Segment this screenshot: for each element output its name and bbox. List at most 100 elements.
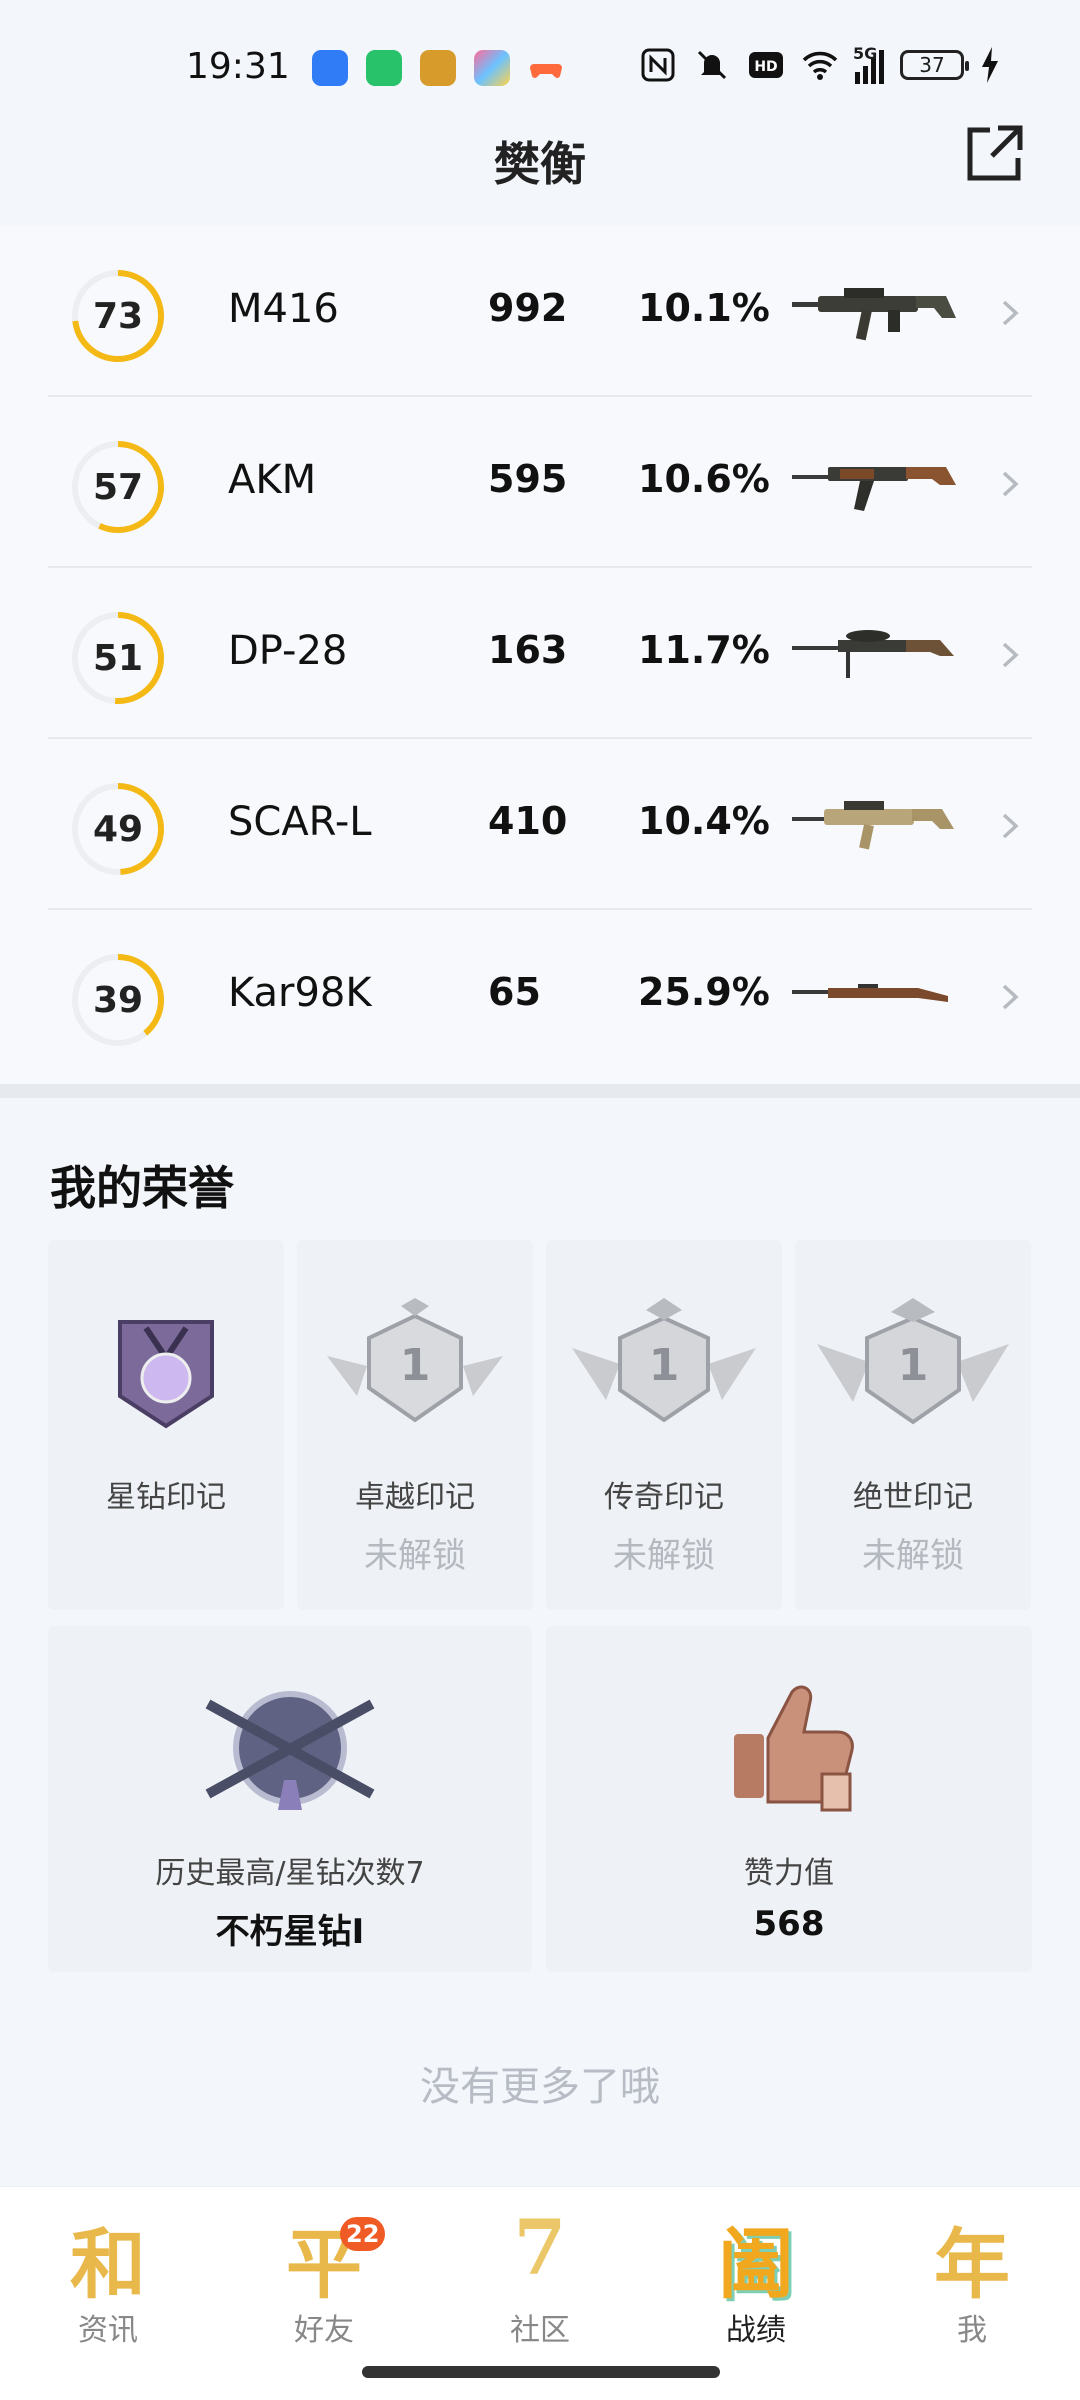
likes-value: 568 xyxy=(753,1904,825,1944)
community-icon: 7 xyxy=(513,2203,567,2292)
records-icon: 阖 xyxy=(718,2220,794,2309)
weapon-percentage: 11.7% xyxy=(638,628,770,672)
weapon-name: M416 xyxy=(228,286,339,332)
svg-text:1: 1 xyxy=(898,1340,929,1391)
chevron-right-icon xyxy=(1002,471,1019,497)
locked-badge-icon: 1 xyxy=(817,1298,1009,1425)
nav-label: 好友 xyxy=(294,2313,354,2348)
status-bar: 19:31 HD 5G 37 xyxy=(0,0,1080,130)
nav-tab-community[interactable]: 7 社区 xyxy=(460,2203,620,2353)
locked-status: 未解锁 xyxy=(862,1536,964,1576)
mute-bell-icon xyxy=(697,50,727,80)
weapon-percentage: 25.9% xyxy=(638,970,770,1014)
honor-card-star-diamond[interactable]: 星钻印记 xyxy=(48,1240,284,1610)
proficiency-score: 73 xyxy=(92,295,144,337)
me-icon: 年 xyxy=(934,2220,1010,2309)
wifi-icon xyxy=(802,51,838,80)
weapon-count: 410 xyxy=(488,799,568,843)
weapon-row[interactable]: 57 AKM 595 10.6% xyxy=(48,397,1032,568)
weapon-percentage: 10.6% xyxy=(638,457,770,501)
section-title: 我的荣誉 xyxy=(50,1161,234,1215)
locked-badge-icon: 1 xyxy=(327,1298,503,1423)
signal-bar xyxy=(855,72,860,84)
weapon-row[interactable]: 51 DP-28 163 11.7% xyxy=(48,568,1032,739)
likes-label: 赞力值 xyxy=(744,1856,834,1891)
system-icons: HD 5G 37 xyxy=(639,44,1000,84)
notification-icons xyxy=(312,50,564,86)
weapon-name: DP-28 xyxy=(228,628,348,674)
end-of-list-text: 没有更多了哦 xyxy=(420,2064,660,2110)
likes-card[interactable]: 赞力值 568 xyxy=(546,1626,1032,1972)
game-app-icon xyxy=(420,50,456,86)
machine-gun-icon xyxy=(792,630,954,678)
weapon-name: SCAR-L xyxy=(228,799,372,845)
svg-text:1: 1 xyxy=(400,1340,431,1391)
nav-tab-friends[interactable]: 平 22 好友 xyxy=(244,2203,404,2353)
weapon-count: 595 xyxy=(488,457,568,501)
page-title: 樊衡 xyxy=(494,137,586,191)
hd-icon: HD xyxy=(749,52,783,78)
proficiency-score: 39 xyxy=(92,979,144,1021)
weapon-row[interactable]: 49 SCAR-L 410 10.4% xyxy=(48,739,1032,910)
signal-bar xyxy=(863,66,868,84)
honor-card-legend[interactable]: 1 传奇印记 未解锁 xyxy=(546,1240,782,1610)
friends-icon: 平 xyxy=(286,2220,362,2309)
weapon-row[interactable]: 73 M416 992 10.1% xyxy=(48,226,1032,397)
notification-badge: 22 xyxy=(340,2217,386,2251)
nav-tab-me[interactable]: 年 我 xyxy=(892,2203,1052,2353)
network-type: 5G xyxy=(853,44,878,63)
svg-text:1: 1 xyxy=(649,1340,680,1391)
nav-tab-records[interactable]: 阖 战绩 xyxy=(676,2203,836,2353)
locked-status: 未解锁 xyxy=(364,1536,466,1576)
weapon-percentage: 10.1% xyxy=(638,286,770,330)
honor-label: 星钻印记 xyxy=(106,1480,226,1515)
header: 樊衡 xyxy=(0,118,1080,198)
honor-label: 传奇印记 xyxy=(604,1480,724,1515)
chevron-right-icon xyxy=(1002,813,1019,839)
weapon-name: Kar98K xyxy=(228,970,372,1016)
weapon-count: 163 xyxy=(488,628,568,672)
nav-label: 我 xyxy=(957,2313,987,2348)
weapon-count: 65 xyxy=(488,970,541,1014)
rank-history-label: 历史最高/星钻次数7 xyxy=(155,1856,425,1891)
nav-label: 资讯 xyxy=(78,2313,138,2348)
share-button[interactable] xyxy=(962,122,1026,186)
weapon-percentage: 10.4% xyxy=(638,799,770,843)
locked-status: 未解锁 xyxy=(613,1536,715,1576)
nav-label: 社区 xyxy=(510,2313,570,2348)
proficiency-score: 51 xyxy=(92,637,144,679)
chevron-right-icon xyxy=(1002,300,1019,326)
honor-label: 绝世印记 xyxy=(853,1480,973,1515)
power-app-icon xyxy=(366,50,402,86)
weapon-count: 992 xyxy=(488,286,568,330)
weapon-row[interactable]: 39 Kar98K 65 25.9% xyxy=(48,910,1032,1081)
home-indicator[interactable] xyxy=(362,2366,720,2378)
rifle-icon xyxy=(792,288,956,341)
signal-indicator: 5G xyxy=(853,44,884,84)
status-time: 19:31 xyxy=(186,46,290,87)
charging-bolt-icon xyxy=(982,47,998,83)
battery-indicator: 37 xyxy=(900,50,969,80)
rank-card[interactable]: 历史最高/星钻次数7 不朽星钻I xyxy=(48,1626,532,1972)
rank-emblem-icon xyxy=(205,1691,375,1810)
weapon-list: 73 M416 992 10.1% 57 AKM 595 10.6% 51 DP… xyxy=(0,226,1080,1084)
shield-app-icon xyxy=(312,50,348,86)
honor-card-excellence[interactable]: 1 卓越印记 未解锁 xyxy=(297,1240,533,1610)
news-icon: 和 xyxy=(70,2220,146,2309)
proficiency-score: 57 xyxy=(92,466,144,508)
weapon-name: AKM xyxy=(228,457,317,503)
puzzle-app-icon xyxy=(474,50,510,86)
proficiency-score: 49 xyxy=(92,808,144,850)
nav-label: 战绩 xyxy=(726,2313,786,2348)
signal-bar xyxy=(879,50,884,84)
gamepad-app-icon xyxy=(528,50,564,86)
chevron-right-icon xyxy=(1002,642,1019,668)
honor-label: 卓越印记 xyxy=(355,1480,475,1515)
medal-icon xyxy=(118,1320,214,1429)
thumbs-up-icon xyxy=(734,1685,854,1812)
nav-tab-news[interactable]: 和 资讯 xyxy=(28,2203,188,2353)
section-divider xyxy=(0,1084,1080,1098)
chevron-right-icon xyxy=(1002,984,1019,1010)
honor-card-peerless[interactable]: 1 绝世印记 未解锁 xyxy=(795,1240,1031,1610)
battery-level: 37 xyxy=(919,53,945,77)
